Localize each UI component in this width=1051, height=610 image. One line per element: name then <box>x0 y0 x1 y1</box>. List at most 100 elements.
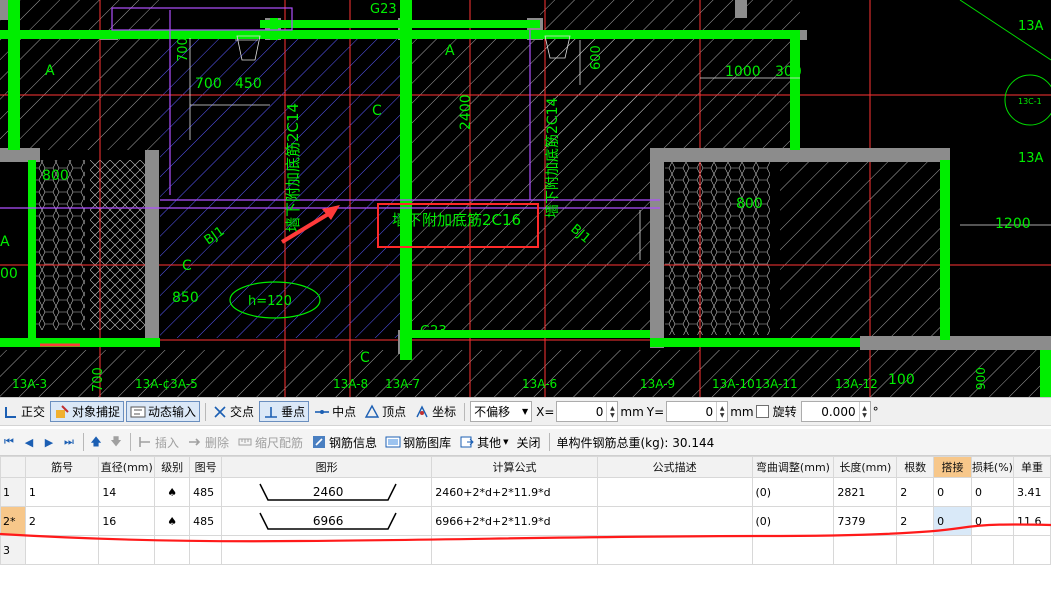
spinner-arrows-icon[interactable]: ▲ ▼ <box>716 402 727 421</box>
cell-description[interactable] <box>596 506 753 536</box>
cell-bar-no[interactable]: 2 <box>24 506 100 536</box>
column-header-unit-weight[interactable]: 单重 <box>1012 456 1051 478</box>
cell-grade[interactable]: ♠ <box>154 506 191 536</box>
cell-grade[interactable] <box>154 535 191 565</box>
cell-lap[interactable] <box>933 535 972 565</box>
column-header-bar-no[interactable]: 筋号 <box>24 456 100 478</box>
perpendicular-snap-button[interactable]: 垂点 <box>259 401 310 422</box>
coordinate-icon <box>414 404 430 420</box>
cell-loss[interactable]: 0 <box>970 506 1014 536</box>
column-header-loss[interactable]: 损耗(%) <box>970 456 1014 478</box>
coordinate-snap-button[interactable]: 坐标 <box>411 401 459 422</box>
last-record-icon[interactable]: ⏭ <box>60 433 78 451</box>
cell-diameter[interactable]: 16 <box>98 506 156 536</box>
table-row[interactable]: 2* 2 16 ♠ 485 6966 6966+2*d+2*11.9*d (0)… <box>0 506 1051 536</box>
rebar-info-button[interactable]: 钢筋信息 <box>308 432 380 453</box>
scale-bars-button[interactable]: 缩尺配筋 <box>234 432 306 453</box>
cell-length[interactable]: 2821 <box>833 477 898 507</box>
slab-hatch-upper-left <box>0 0 160 150</box>
cell-bar-no[interactable] <box>24 535 100 565</box>
move-up-icon[interactable]: 🡅 <box>87 433 105 451</box>
row-number[interactable]: 3 <box>0 535 26 565</box>
column-header-shape[interactable]: 图形 <box>221 456 433 478</box>
cell-length[interactable] <box>833 535 898 565</box>
object-snap-button[interactable]: 对象捕捉 <box>50 401 125 422</box>
midpoint-icon <box>314 404 330 420</box>
bar-note-left[interactable]: 墙下附加底筋2C14 <box>284 103 302 232</box>
column-header-count[interactable]: 根数 <box>896 456 935 478</box>
row-number[interactable]: 1 <box>0 477 26 507</box>
cell-description[interactable] <box>596 477 753 507</box>
cell-bar-no[interactable]: 1 <box>24 477 100 507</box>
rebar-library-button[interactable]: 钢筋图库 <box>382 432 454 453</box>
rotate-angle-input[interactable]: ▲▼ <box>800 401 871 422</box>
first-record-icon[interactable]: ⏮ <box>0 433 18 451</box>
cell-count[interactable]: 2 <box>896 477 935 507</box>
cell-formula[interactable]: 6966+2*d+2*11.9*d <box>431 506 598 536</box>
delete-button[interactable]: 删除 <box>184 432 232 453</box>
cell-length[interactable]: 7379 <box>833 506 898 536</box>
row-number[interactable]: 2* <box>0 506 26 536</box>
cell-shape[interactable] <box>221 535 433 565</box>
cell-loss[interactable] <box>970 535 1014 565</box>
y-coordinate-input[interactable]: ▲▼ <box>666 401 729 422</box>
cad-drawing-canvas[interactable]: 墙下附加底筋2C16 墙下附加底筋2C14 墙下附加底筋2C14 h=120 2… <box>0 0 1051 397</box>
bar-note-right[interactable]: 墙下附加底筋2C14 <box>544 97 561 218</box>
scale-bars-icon <box>237 434 253 450</box>
cell-count[interactable] <box>896 535 935 565</box>
cell-diameter[interactable] <box>98 535 156 565</box>
other-menu-button[interactable]: 其他 ▼ <box>456 432 511 453</box>
column-header-diameter[interactable]: 直径(mm) <box>98 456 156 478</box>
close-button[interactable]: 关闭 <box>513 432 543 453</box>
floor-plan-drawing[interactable]: 墙下附加底筋2C16 墙下附加底筋2C14 墙下附加底筋2C14 h=120 2… <box>0 0 1051 397</box>
cell-bend-adjust[interactable] <box>751 535 835 565</box>
slab-hatch-right <box>780 160 950 340</box>
next-record-icon[interactable]: ▶ <box>40 433 58 451</box>
offset-mode-select[interactable]: 不偏移 ▼ <box>470 401 533 422</box>
cell-bend-adjust[interactable]: (0) <box>751 506 835 536</box>
spinner-arrows-icon[interactable]: ▲ ▼ <box>858 402 870 421</box>
intersection-snap-button[interactable]: 交点 <box>209 401 257 422</box>
table-row[interactable]: 3 <box>0 535 1051 565</box>
cell-count[interactable]: 2 <box>896 506 935 536</box>
cell-unit-weight[interactable]: 3.41 <box>1012 477 1051 507</box>
cell-shape-no[interactable]: 485 <box>189 506 223 536</box>
spinner-arrows-icon[interactable]: ▲ ▼ <box>606 402 617 421</box>
cell-lap[interactable]: 0 <box>933 477 972 507</box>
previous-record-icon[interactable]: ◀ <box>20 433 38 451</box>
cell-unit-weight[interactable]: 11.6 <box>1012 506 1051 536</box>
cell-shape-no[interactable]: 485 <box>189 477 223 507</box>
midpoint-snap-button[interactable]: 中点 <box>311 401 359 422</box>
dynamic-input-button[interactable]: 动态输入 <box>126 401 201 422</box>
cell-lap[interactable]: 0 <box>933 506 972 536</box>
cell-shape[interactable]: 2460 <box>221 477 433 507</box>
column-header-shape-no[interactable]: 图号 <box>189 456 223 478</box>
cell-description[interactable] <box>596 535 753 565</box>
x-coordinate-input[interactable]: ▲▼ <box>556 401 619 422</box>
column-header-description[interactable]: 公式描述 <box>596 456 753 478</box>
column-header-grade[interactable]: 级别 <box>154 456 191 478</box>
column-header-formula[interactable]: 计算公式 <box>431 456 598 478</box>
cell-bend-adjust[interactable]: (0) <box>751 477 835 507</box>
cell-diameter[interactable]: 14 <box>98 477 156 507</box>
rotate-checkbox[interactable] <box>755 405 769 418</box>
bar-note-boxed[interactable]: 墙下附加底筋2C16 <box>392 211 521 229</box>
column-header-length[interactable]: 长度(mm) <box>833 456 898 478</box>
rebar-shape-drawing: 6966 <box>225 508 431 534</box>
vertex-snap-button[interactable]: 顶点 <box>361 401 409 422</box>
column-header-lap[interactable]: 搭接 <box>933 456 972 478</box>
cell-formula[interactable] <box>431 535 598 565</box>
column-header-bend-adjust[interactable]: 弯曲调整(mm) <box>751 456 835 478</box>
cell-shape[interactable]: 6966 <box>221 506 433 536</box>
cell-unit-weight[interactable] <box>1012 535 1051 565</box>
insert-button[interactable]: 插入 <box>134 432 182 453</box>
ortho-button[interactable]: 正交 <box>0 401 48 422</box>
cell-loss[interactable]: 0 <box>970 477 1014 507</box>
delete-icon <box>187 434 203 450</box>
cell-grade[interactable]: ♠ <box>154 477 191 507</box>
slab-c-1: C <box>372 103 382 119</box>
cell-formula[interactable]: 2460+2*d+2*11.9*d <box>431 477 598 507</box>
move-down-icon[interactable]: 🡇 <box>107 433 125 451</box>
cell-shape-no[interactable] <box>189 535 223 565</box>
table-row[interactable]: 1 1 14 ♠ 485 2460 2460+2*d+2*11.9*d (0) … <box>0 477 1051 507</box>
